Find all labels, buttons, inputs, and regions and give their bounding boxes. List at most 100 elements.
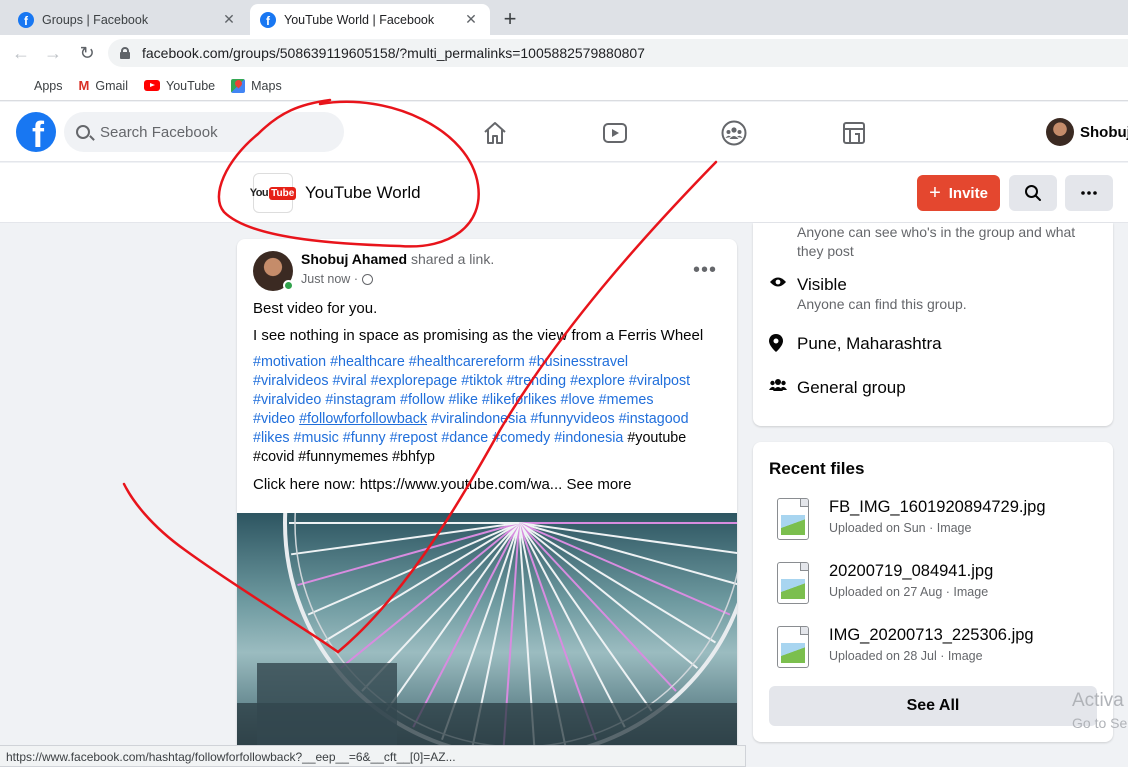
windows-activation-watermark: Activa Go to Se [1072, 690, 1127, 734]
file-meta: Uploaded on Sun · Image [829, 521, 972, 535]
file-item[interactable]: FB_IMG_1601920894729.jpg Uploaded on Sun… [777, 496, 1097, 542]
post-link-image[interactable] [237, 287, 737, 767]
apps-grid-icon [14, 79, 28, 93]
file-item[interactable]: 20200719_084941.jpg Uploaded on 27 Aug ·… [777, 560, 1097, 606]
see-all-button[interactable]: See All [769, 686, 1097, 726]
bookmark-apps[interactable]: Apps [14, 79, 63, 93]
wheel-spoke [518, 522, 626, 728]
post-hashtags: #motivation #healthcare #healthcarerefor… [253, 353, 723, 467]
post-time: Just now · [301, 272, 373, 286]
post-text-line: I see nothing in space as promising as t… [253, 327, 704, 344]
file-meta: Uploaded on 27 Aug · Image [829, 585, 989, 599]
more-options-button[interactable] [1065, 175, 1113, 211]
facebook-favicon-icon: f [260, 11, 276, 28]
watermark-line: Activa [1072, 690, 1124, 711]
file-name: IMG_20200713_225306.jpg [829, 626, 1034, 644]
image-file-icon [777, 498, 809, 540]
tab-groups[interactable]: f Groups | Facebook ✕ [8, 4, 248, 35]
about-visible-desc: Anyone can find this group. [797, 296, 967, 312]
image-file-icon [777, 626, 809, 668]
browser-tab-bar: f Groups | Facebook ✕ f YouTube World | … [0, 0, 1128, 35]
home-icon[interactable] [482, 120, 508, 146]
group-post: Shobuj Ahamed shared a link. Just now · … [237, 239, 737, 767]
about-visible-title: Visible [797, 275, 847, 294]
tab-youtube-world[interactable]: f YouTube World | Facebook ✕ [250, 4, 490, 35]
bookmark-label: Apps [34, 78, 63, 93]
hashtag-link[interactable]: #youtube [627, 430, 686, 446]
group-search-button[interactable] [1009, 175, 1057, 211]
recent-files-card: Recent files FB_IMG_1601920894729.jpg Up… [753, 442, 1113, 742]
avatar [1046, 118, 1074, 146]
file-item[interactable]: IMG_20200713_225306.jpg Uploaded on 28 J… [777, 624, 1097, 670]
group-thumbnail[interactable]: You Tube [249, 173, 297, 213]
youtube-logo-tube: Tube [269, 186, 297, 200]
maps-icon [231, 78, 246, 93]
post-action: shared a link. [410, 251, 495, 267]
wheel-spoke [518, 522, 677, 692]
reload-icon[interactable]: ↻ [76, 43, 98, 64]
wheel-spoke [412, 522, 520, 728]
hashtag-row[interactable]: #viralvideos #viral #explorepage #tiktok… [253, 372, 723, 391]
image-file-icon [777, 562, 809, 604]
eye-icon [769, 275, 797, 314]
forward-arrow-icon[interactable]: → [42, 43, 64, 64]
invite-button[interactable]: + Invite [917, 175, 1000, 211]
post-text-line: Best video for you. [253, 300, 378, 317]
bookmark-gmail[interactable]: M Gmail [79, 78, 129, 93]
hashtag-link[interactable]: #viralindonesia #funnyvideos #instagood [427, 411, 689, 427]
gaming-icon[interactable] [841, 120, 867, 146]
hashtag-row[interactable]: #viralvideo #instagram #follow #like #li… [253, 391, 723, 410]
about-private-row: Anyone can see who's in the group and wh… [769, 223, 1097, 261]
groups-icon[interactable] [721, 120, 747, 146]
file-name: FB_IMG_1601920894729.jpg [829, 498, 1046, 516]
profile-button[interactable]: Shobuj [1046, 118, 1128, 146]
tab-title: Groups | Facebook [42, 12, 149, 27]
close-tab-icon[interactable]: ✕ [462, 11, 480, 28]
post-timestamp[interactable]: Just now [301, 272, 350, 286]
bookmarks-bar: Apps M Gmail YouTube Maps [0, 71, 1128, 101]
hashtag-link-hovered[interactable]: #followforfollowback [299, 411, 427, 427]
search-input[interactable]: Search Facebook [64, 112, 344, 152]
about-location[interactable]: Pune, Maharashtra [797, 334, 942, 357]
bookmark-youtube[interactable]: YouTube [144, 79, 215, 93]
bookmark-maps[interactable]: Maps [231, 78, 282, 93]
post-options-icon[interactable]: ••• [693, 259, 717, 282]
watch-icon[interactable] [602, 120, 628, 146]
hashtag-link[interactable]: #likes #music #funny #repost #dance #com… [253, 430, 627, 446]
globe-icon [361, 273, 373, 285]
browser-status-bar: https://www.facebook.com/hashtag/followf… [0, 745, 746, 767]
url-field[interactable]: facebook.com/groups/508639119605158/?mul… [108, 39, 1128, 67]
group-header: You Tube YouTube World + Invite [0, 163, 1128, 223]
search-placeholder: Search Facebook [100, 123, 218, 141]
facebook-logo[interactable]: f [16, 112, 56, 152]
new-tab-button[interactable]: + [498, 6, 522, 32]
post-header: Shobuj Ahamed shared a link. [301, 251, 494, 267]
search-icon [76, 125, 90, 139]
more-dots-icon [1081, 191, 1097, 195]
wheel-spoke [321, 522, 520, 644]
facebook-favicon-icon: f [18, 11, 34, 28]
hashtag-row[interactable]: #covid #funnymemes #bhfyp [253, 448, 723, 467]
youtube-logo-text: You [249, 187, 269, 199]
back-arrow-icon[interactable]: ← [10, 43, 32, 64]
location-pin-icon [769, 334, 797, 357]
recent-files-heading: Recent files [769, 459, 865, 478]
about-type-row: General group [769, 378, 906, 398]
facebook-top-nav: f Search Facebook Shobuj [0, 102, 1128, 162]
online-status-dot [283, 280, 294, 291]
hashtag-link[interactable]: #video [253, 411, 299, 427]
hashtag-row[interactable]: #motivation #healthcare #healthcarerefor… [253, 353, 723, 372]
gmail-icon: M [78, 78, 90, 93]
watermark-line: Go to Se [1072, 715, 1128, 731]
post-link-text[interactable]: Click here now: https://www.youtube.com/… [253, 476, 562, 493]
post-author-name[interactable]: Shobuj Ahamed [301, 251, 407, 267]
tab-title: YouTube World | Facebook [284, 12, 435, 27]
about-location-row: Pune, Maharashtra [769, 334, 942, 357]
about-card: Anyone can see who's in the group and wh… [753, 223, 1113, 426]
people-icon [769, 378, 797, 398]
close-tab-icon[interactable]: ✕ [220, 11, 238, 28]
ferris-wheel-image [237, 287, 737, 767]
group-name[interactable]: YouTube World [305, 183, 421, 203]
wheel-spoke [518, 522, 717, 644]
see-more-link[interactable]: See more [566, 476, 631, 493]
